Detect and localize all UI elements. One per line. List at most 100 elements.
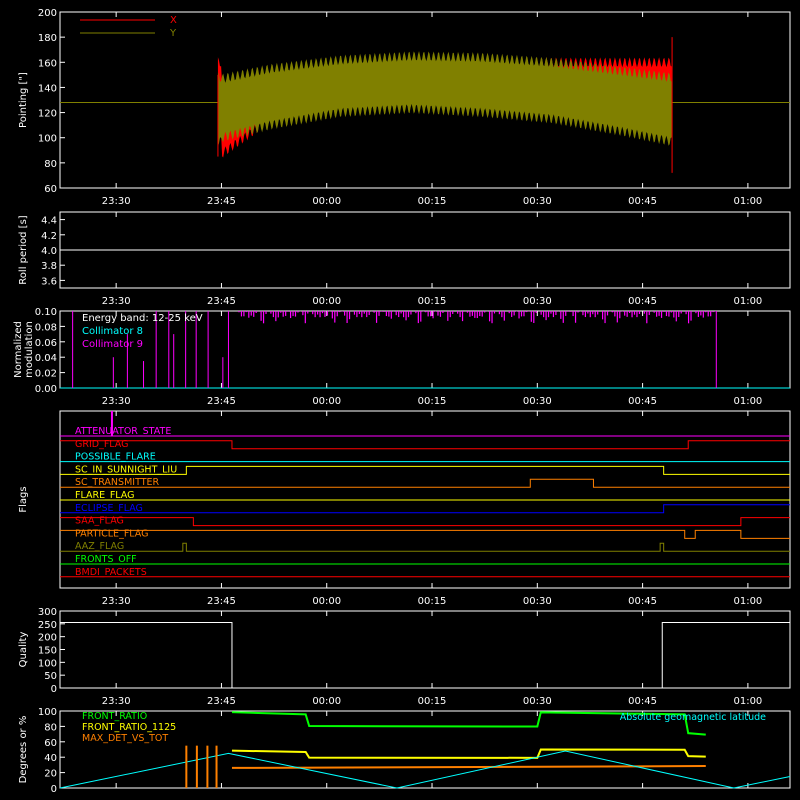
panel-3: 23:30 23:45 00:00 00:15 00:30 00:45 01:00 Flags… <box>18 410 791 607</box>
y-tick-label: 80 <box>44 722 57 733</box>
x-tick-label: 00:00 <box>312 296 341 307</box>
x-tick-label: 23:45 <box>207 396 236 407</box>
y-tick-label: 140 <box>38 83 57 94</box>
y-tick-label: 60 <box>44 738 57 749</box>
flag-line-eclipse-flag <box>60 504 790 514</box>
x-tick-label: 00:30 <box>523 596 552 607</box>
quality-line <box>60 622 790 689</box>
flag-label: SC_IN_SUNNIGHT_LIU <box>75 464 177 475</box>
flag-label: ATTENUATOR_STATE <box>75 426 171 437</box>
y-tick-label: 0 <box>51 684 57 695</box>
chart-stage: 23:30 23:45 00:00 00:15 00:30 00:45 01:00 Point… <box>0 0 800 800</box>
x-tick-label: 00:15 <box>418 396 447 407</box>
legend-label: Absolute geomagnetic latitude <box>620 712 766 723</box>
y-tick-label: 60 <box>44 184 57 195</box>
x-tick-label: 23:30 <box>102 396 131 407</box>
x-tick-label: 01:00 <box>733 596 762 607</box>
x-tick-label: 23:30 <box>102 596 131 607</box>
y-tick-label: 20 <box>44 769 57 780</box>
y-tick-label: 100 <box>38 707 57 718</box>
legend-label: X <box>170 15 177 26</box>
y-tick-label: 0.04 <box>35 353 57 364</box>
flag-label: AAZ_FLAG <box>75 541 124 552</box>
x-tick-label: 00:15 <box>418 596 447 607</box>
x-tick-label: 00:45 <box>628 596 657 607</box>
y-tick-label: 0 <box>51 784 57 795</box>
x-tick-label: 01:00 <box>733 396 762 407</box>
y-tick-label: 160 <box>38 58 57 69</box>
flag-label: ECLIPSE_FLAG <box>75 503 143 514</box>
flag-line-saa-flag <box>60 517 790 527</box>
y-tick-label: 150 <box>38 646 57 657</box>
ratio-series-3 <box>59 750 791 789</box>
y-tick-label: 4.4 <box>41 216 57 227</box>
y-axis-label: Normalized <box>13 321 24 378</box>
x-tick-label: 00:15 <box>418 696 447 707</box>
y-tick-label: 0.00 <box>35 384 57 395</box>
flag-line-particle-flag <box>60 529 790 539</box>
flag-label: SC_TRANSMITTER <box>75 477 160 488</box>
x-tick-label: 00:30 <box>523 696 552 707</box>
y-axis-label: modulation <box>24 321 35 378</box>
x-tick-label: 00:00 <box>312 396 341 407</box>
x-tick-label: 00:15 <box>418 196 447 207</box>
chart-svg: 23:30 23:45 00:00 00:15 00:30 00:45 01:00 Point… <box>13 8 791 795</box>
y-axis-label: Pointing ["] <box>18 72 29 128</box>
y-tick-label: 120 <box>38 109 57 120</box>
x-tick-label: 23:45 <box>207 196 236 207</box>
x-tick-label: 00:30 <box>523 296 552 307</box>
y-tick-label: 3.6 <box>41 276 57 287</box>
y-tick-label: 3.8 <box>41 261 57 272</box>
flag-label: FLARE_FLAG <box>75 490 135 501</box>
x-tick-label: 01:00 <box>733 696 762 707</box>
x-tick-label: 23:30 <box>102 696 131 707</box>
flag-line-sc-transmitter <box>60 478 790 488</box>
flag-label: BMDI_PACKETS <box>75 567 147 578</box>
flag-line-aaz-flag <box>60 542 790 552</box>
x-tick-label: 00:30 <box>523 396 552 407</box>
y-tick-label: 200 <box>38 8 57 19</box>
flag-label: SAA_FLAG <box>75 516 124 527</box>
x-tick-label: 23:45 <box>207 696 236 707</box>
flag-line-grid-flag <box>60 440 790 450</box>
x-tick-label: 00:45 <box>628 196 657 207</box>
panel-0: 23:30 23:45 00:00 00:15 00:30 00:45 01:00 Point… <box>18 8 791 207</box>
flag-label: POSSIBLE_FLARE <box>75 452 156 463</box>
legend-label: MAX_DET_VS_TOT <box>82 733 168 744</box>
y-tick-label: 80 <box>44 159 57 170</box>
y-axis-label: Degrees or % <box>18 716 29 784</box>
y-tick-label: 100 <box>38 658 57 669</box>
y-tick-label: 0.02 <box>35 369 57 380</box>
x-tick-label: 00:00 <box>312 696 341 707</box>
x-tick-label: 00:45 <box>628 696 657 707</box>
x-tick-label: 00:00 <box>312 596 341 607</box>
annotation-energy-band: Energy band: 12-25 keV <box>82 313 203 324</box>
y-tick-label: 4.2 <box>41 231 57 242</box>
x-tick-label: 01:00 <box>733 296 762 307</box>
x-tick-label: 00:45 <box>628 396 657 407</box>
y-tick-label: 200 <box>38 633 57 644</box>
legend-label: Collimator 8 <box>82 326 143 337</box>
x-tick-label: 23:45 <box>207 596 236 607</box>
x-tick-label: 00:45 <box>628 296 657 307</box>
legend-label: FRONT_RATIO_1125 <box>82 722 176 733</box>
y-tick-label: 180 <box>38 33 57 44</box>
flag-label: FRONTS_OFF <box>75 554 137 565</box>
y-tick-label: 250 <box>38 620 57 631</box>
y-tick-label: 100 <box>38 134 57 145</box>
flag-label: PARTICLE_FLAG <box>75 528 148 539</box>
x-tick-label: 00:30 <box>523 196 552 207</box>
y-tick-label: 300 <box>38 607 57 618</box>
x-tick-label: 23:30 <box>102 296 131 307</box>
y-tick-label: 4.0 <box>41 246 57 257</box>
ratio-series-1 <box>231 748 706 759</box>
panel-5: Degrees or % 0 20 40 60 80 100 FRONT_RATIOFRONT… <box>18 707 791 795</box>
y-tick-label: 0.10 <box>35 307 57 318</box>
y-tick-label: 0.08 <box>35 322 57 333</box>
panel-4: 23:30 23:45 00:00 00:15 00:30 00:45 01:00 Quali… <box>18 607 791 707</box>
x-tick-label: 00:00 <box>312 196 341 207</box>
legend-label: Collimator 9 <box>82 339 143 350</box>
y-axis-label: Quality <box>18 632 29 668</box>
panel-2: 23:30 23:45 00:00 00:15 00:30 00:45 01:00 Norma… <box>13 307 791 407</box>
y-axis-label: Roll period [s] <box>18 215 29 284</box>
